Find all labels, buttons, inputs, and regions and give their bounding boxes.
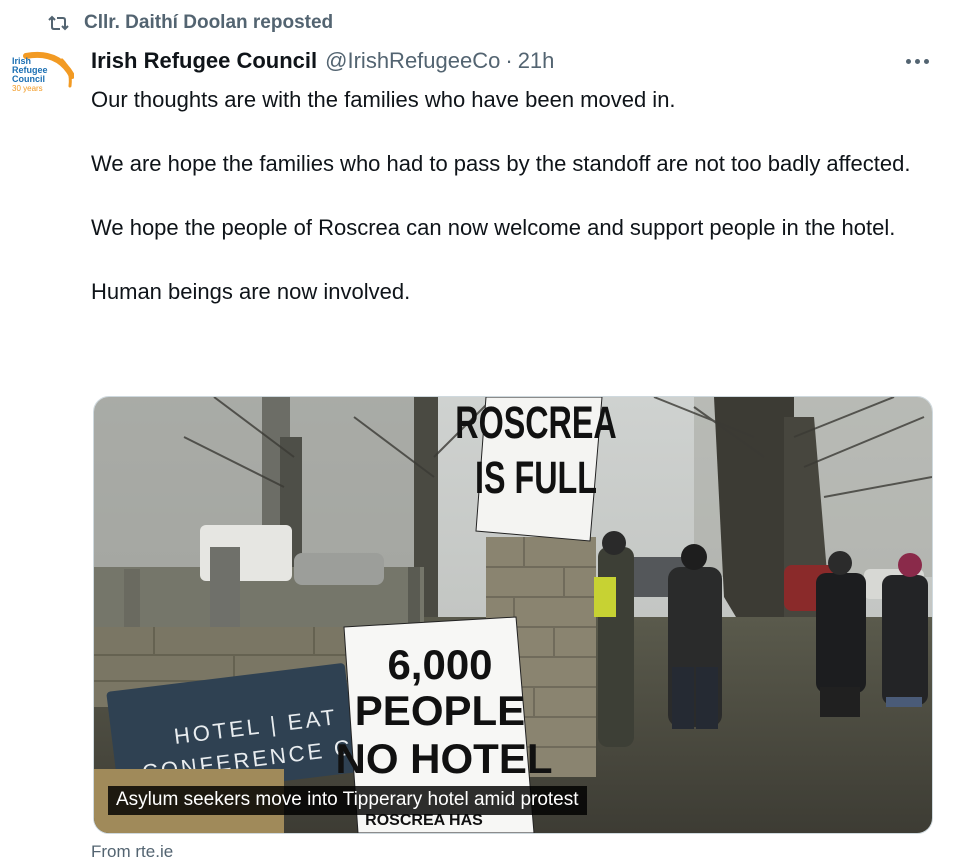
repost-indicator[interactable]: Cllr. Daithí Doolan reposted [48, 10, 333, 36]
tweet-paragraph: Human beings are now involved. [91, 279, 411, 304]
separator-dot: · [505, 48, 513, 73]
sign-top-line-2: IS FULL [475, 453, 597, 504]
repost-icon [48, 14, 70, 32]
protest-photo: HOTEL | EAT CONFERENCE C ROSCREA IS FULL… [94, 397, 932, 833]
media-caption: Asylum seekers move into Tipperary hotel… [108, 786, 587, 815]
repost-label[interactable]: Cllr. Daithí Doolan reposted [84, 12, 333, 34]
author-handle[interactable]: @IrishRefugeeCo [325, 48, 500, 74]
sign-top-line-1: ROSCREA [455, 397, 616, 448]
sign-bottom-line-3: NO HOTEL [336, 735, 553, 782]
tweet-header: Irish Refugee Council @IrishRefugeeCo · … [91, 44, 870, 78]
author-avatar[interactable]: Irish Refugee Council 30 years [6, 50, 75, 104]
media-card[interactable]: HOTEL | EAT CONFERENCE C ROSCREA IS FULL… [93, 396, 933, 834]
logo-text-3: Council [12, 74, 45, 84]
author-name[interactable]: Irish Refugee Council [91, 48, 317, 74]
tweet-paragraph: We are hope the families who had to pass… [91, 151, 911, 176]
timestamp[interactable]: 21h [518, 48, 555, 74]
tweet-paragraph: We hope the people of Roscrea can now we… [91, 215, 896, 240]
more-options-icon[interactable] [900, 48, 934, 74]
logo-subtext: 30 years [12, 84, 43, 93]
tweet-paragraph: Our thoughts are with the families who h… [91, 87, 676, 112]
sign-bottom-line-2: PEOPLE [355, 687, 525, 734]
link-source[interactable]: From rte.ie [91, 842, 173, 862]
tweet-text: Our thoughts are with the families who h… [91, 84, 941, 308]
sign-bottom-line-1: 6,000 [387, 641, 492, 688]
